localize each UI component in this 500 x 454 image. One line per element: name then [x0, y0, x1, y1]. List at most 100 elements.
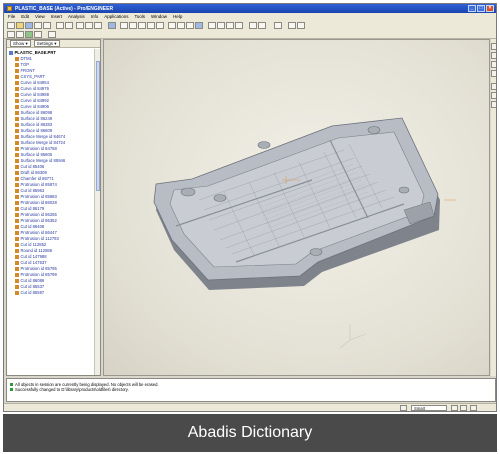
- feature-icon: [15, 75, 19, 79]
- menu-analysis[interactable]: Analysis: [68, 14, 85, 19]
- feature-icon: [15, 177, 19, 181]
- undo-icon[interactable]: [56, 22, 64, 29]
- feature-icon: [15, 123, 19, 127]
- scrollbar-thumb[interactable]: [96, 61, 100, 191]
- feature-icon: [15, 159, 19, 163]
- datum-axis-tool-icon[interactable]: [491, 52, 496, 59]
- menu-tools[interactable]: Tools: [135, 14, 146, 19]
- feature-icon: [15, 201, 19, 205]
- print-icon[interactable]: [34, 22, 42, 29]
- zoom-in-icon[interactable]: [120, 22, 128, 29]
- menu-help[interactable]: Help: [173, 14, 182, 19]
- feature-icon: [15, 213, 19, 217]
- help-icon[interactable]: [470, 405, 477, 411]
- regenerate-icon[interactable]: [108, 22, 116, 29]
- model-tree-header: Show ▾ Settings ▾: [7, 40, 100, 48]
- info-bullet-icon: [10, 383, 13, 386]
- no-hidden-icon[interactable]: [186, 22, 194, 29]
- feature-icon: [15, 195, 19, 199]
- graphics-window[interactable]: [103, 39, 490, 376]
- csys-icon[interactable]: [235, 22, 243, 29]
- feature-icon: [15, 147, 19, 151]
- email-icon[interactable]: [43, 22, 51, 29]
- selection-icon[interactable]: [460, 405, 467, 411]
- cut-icon[interactable]: [76, 22, 84, 29]
- open-folder-icon[interactable]: [16, 22, 24, 29]
- feature-icon: [15, 237, 19, 241]
- message-area: All objects in session are currently bei…: [6, 378, 496, 402]
- extrude-tool-icon[interactable]: [491, 83, 496, 90]
- datum-axes-icon[interactable]: [217, 22, 225, 29]
- layers-icon[interactable]: [288, 22, 296, 29]
- feature-icon: [15, 171, 19, 175]
- whats-this-icon[interactable]: [274, 22, 282, 29]
- status-bar: Smart: [4, 403, 496, 411]
- model-tree-list: PLASTIC_BASE.PRT DTM1 TOP FRONT CSYS_PART Cur…: [7, 50, 94, 375]
- feature-icon: [15, 261, 19, 265]
- folder-browser-icon[interactable]: [16, 31, 24, 38]
- wireframe-icon[interactable]: [168, 22, 176, 29]
- selection-filter[interactable]: Smart: [411, 405, 447, 411]
- revolve-tool-icon[interactable]: [491, 92, 496, 99]
- window-icon[interactable]: [297, 22, 305, 29]
- feature-icon: [15, 69, 19, 73]
- tree-feature-item[interactable]: Cut id 85597: [7, 290, 94, 296]
- right-toolbar: [491, 39, 496, 376]
- history-icon[interactable]: [34, 31, 42, 38]
- menu-view[interactable]: View: [35, 14, 45, 19]
- menu-window[interactable]: Window: [151, 14, 167, 19]
- new-file-icon[interactable]: [7, 22, 15, 29]
- redo-icon[interactable]: [65, 22, 73, 29]
- sketch-tool-icon[interactable]: [491, 61, 496, 68]
- part-model-view: [153, 117, 456, 349]
- save-icon[interactable]: [25, 22, 33, 29]
- sweep-tool-icon[interactable]: [491, 101, 496, 108]
- feature-icon: [15, 63, 19, 67]
- show-dropdown[interactable]: Show ▾: [10, 40, 31, 47]
- annotation-icon[interactable]: [258, 22, 266, 29]
- part-icon: [9, 51, 13, 55]
- spin-center-icon[interactable]: [249, 22, 257, 29]
- tree-item-label: Cut id 85597: [20, 290, 45, 295]
- close-button[interactable]: ×: [486, 5, 494, 12]
- feature-icon: [15, 57, 19, 61]
- model-tree-scrollbar[interactable]: [94, 49, 100, 375]
- saved-views-icon[interactable]: [156, 22, 164, 29]
- hidden-line-icon[interactable]: [177, 22, 185, 29]
- copy-icon[interactable]: [85, 22, 93, 29]
- feature-icon: [15, 183, 19, 187]
- favorites-icon[interactable]: [25, 31, 33, 38]
- zoom-out-icon[interactable]: [129, 22, 137, 29]
- maximize-button[interactable]: □: [477, 5, 485, 12]
- datum-point-tool-icon[interactable]: [491, 70, 496, 77]
- csys-triad: [339, 324, 367, 349]
- minimize-button[interactable]: _: [468, 5, 476, 12]
- feature-icon: [15, 129, 19, 133]
- status-lamp-icon: [400, 405, 407, 411]
- feature-icon: [15, 219, 19, 223]
- feature-icon: [15, 225, 19, 229]
- settings-dropdown[interactable]: Settings ▾: [33, 40, 60, 47]
- model-tree-icon[interactable]: [7, 31, 15, 38]
- datum-points-icon[interactable]: [226, 22, 234, 29]
- orient-icon[interactable]: [147, 22, 155, 29]
- shading-icon[interactable]: [195, 22, 203, 29]
- feature-icon: [15, 255, 19, 259]
- menu-file[interactable]: File: [8, 14, 15, 19]
- menu-insert[interactable]: Insert: [51, 14, 62, 19]
- feature-icon: [15, 249, 19, 253]
- feature-icon: [15, 135, 19, 139]
- main-toolbar: [4, 20, 496, 39]
- feature-icon: [15, 279, 19, 283]
- image-frame: PLASTIC_BASE (Active) - Pro/ENGINEER _ □…: [0, 0, 500, 454]
- paste-icon[interactable]: [94, 22, 102, 29]
- menu-edit[interactable]: Edit: [21, 14, 29, 19]
- datum-planes-icon[interactable]: [208, 22, 216, 29]
- feature-icon: [15, 105, 19, 109]
- datum-plane-tool-icon[interactable]: [491, 43, 496, 50]
- menu-applications[interactable]: Applications: [104, 14, 128, 19]
- refit-icon[interactable]: [138, 22, 146, 29]
- menu-info[interactable]: Info: [91, 14, 99, 19]
- filter-dropdown-icon[interactable]: [451, 405, 458, 411]
- connections-icon[interactable]: [48, 31, 56, 38]
